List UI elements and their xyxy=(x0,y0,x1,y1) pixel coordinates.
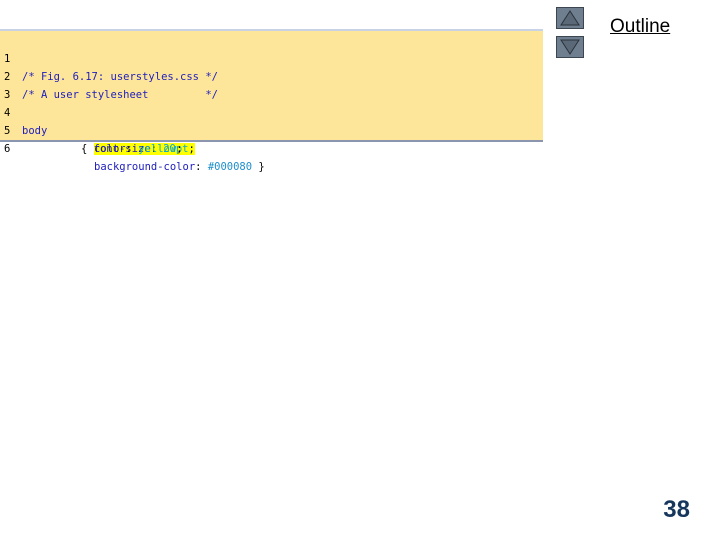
css-value: yellow xyxy=(138,143,177,155)
triangle-down-icon xyxy=(560,39,580,55)
brace-close: } xyxy=(252,161,265,173)
code-declaration: color: yellow; xyxy=(94,140,183,158)
css-value: #000080 xyxy=(207,161,253,173)
code-line-3: 3 xyxy=(0,68,543,101)
line-number: 6 xyxy=(4,143,11,155)
css-property: background-color xyxy=(94,161,196,173)
code-declaration: background-color: #000080 } xyxy=(94,158,265,176)
code-listing: 1 /* Fig. 6.17: userstyles.css */ 2 /* A… xyxy=(0,29,543,173)
page-number: 38 xyxy=(663,496,690,523)
outline-link[interactable]: Outline xyxy=(610,16,670,38)
semicolon: ; xyxy=(188,143,195,155)
code-line-4: 4 body { font-size: 20pt; xyxy=(0,86,543,155)
code-line-5: 5 color: yellow; xyxy=(0,104,543,155)
previous-slide-button[interactable] xyxy=(556,7,584,29)
semicolon: ; xyxy=(176,143,183,155)
code-line-6: 6 background-color: #000080 } xyxy=(0,122,543,173)
colon: : xyxy=(195,161,208,173)
code-line-2: 2 /* A user stylesheet */ xyxy=(0,50,543,101)
code-line-1: 1 /* Fig. 6.17: userstyles.css */ xyxy=(0,32,543,83)
css-property: color xyxy=(94,143,126,155)
brace-open: { xyxy=(81,143,94,155)
colon: : xyxy=(125,143,139,155)
triangle-up-icon xyxy=(560,10,580,26)
next-slide-button[interactable] xyxy=(556,36,584,58)
